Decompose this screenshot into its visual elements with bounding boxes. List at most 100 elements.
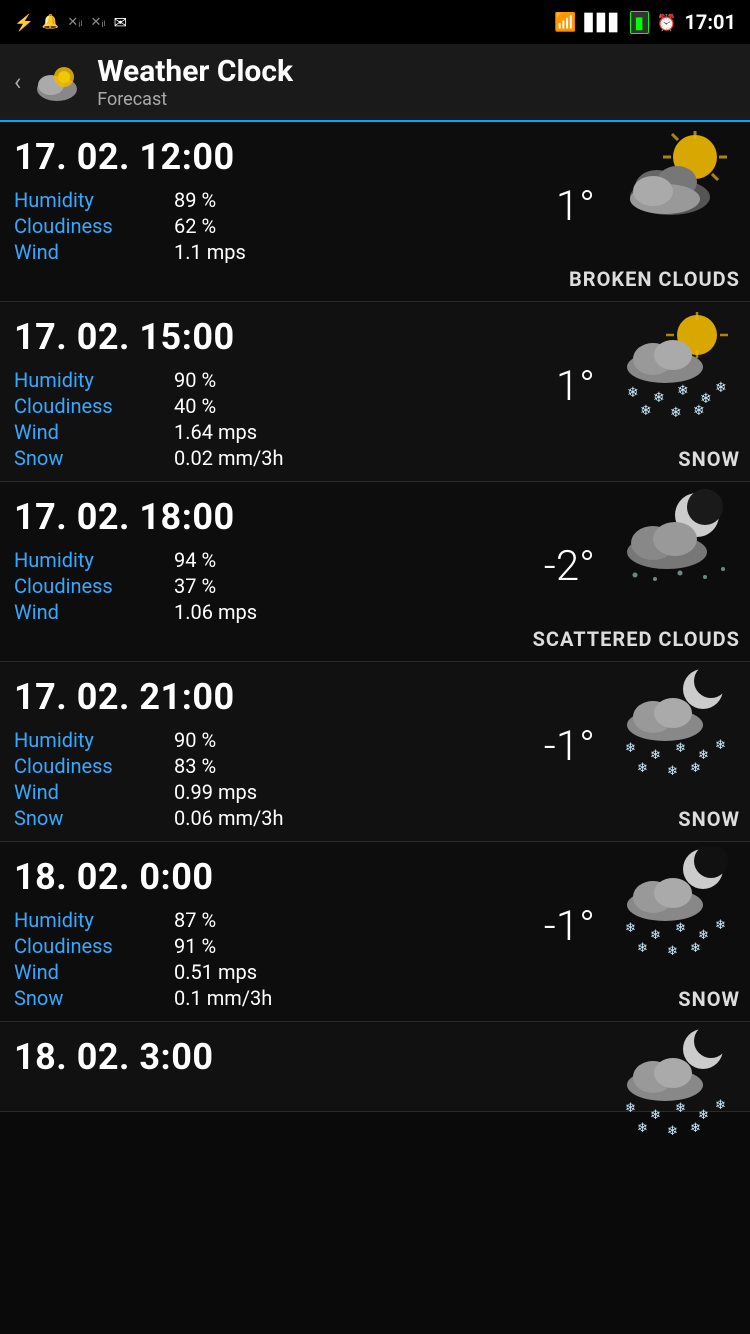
- forecast-card-f2: 17. 02. 15:00 Humidity 90 % Cloudiness 4…: [0, 302, 750, 482]
- usb-icon: ⚡: [14, 13, 34, 32]
- snow-label: Snow: [14, 986, 174, 1010]
- status-bar: ⚡ 🔔 ✕ᵢₗ ✕ᵢₗ ✉ 📶 ▋▋▋ ▮ ⏰ 17:01: [0, 0, 750, 44]
- wind-value: 0.51 mps: [174, 960, 257, 984]
- svg-text:❄: ❄: [650, 748, 661, 763]
- condition-label: SNOW: [678, 807, 740, 831]
- svg-text:❄: ❄: [690, 1121, 701, 1136]
- forecast-card-f5: 18. 02. 0:00 Humidity 87 % Cloudiness 91…: [0, 842, 750, 1022]
- app-logo-icon: [29, 55, 83, 109]
- humidity-label: Humidity: [14, 368, 174, 392]
- weather-icon: ❄ ❄ ❄ ❄ ❄ ❄ ❄ ❄: [615, 307, 745, 417]
- svg-text:❄: ❄: [653, 390, 665, 406]
- forecast-card-f6: 18. 02. 3:00 ❄ ❄ ❄ ❄ ❄ ❄ ❄ ❄: [0, 1022, 750, 1112]
- condition-label: SNOW: [678, 987, 740, 1011]
- snow-value: 0.02 mm/3h: [174, 446, 284, 470]
- humidity-value: 90 %: [174, 728, 216, 752]
- svg-text:❄: ❄: [625, 741, 636, 756]
- snow-label: Snow: [14, 446, 174, 470]
- svg-text:❄: ❄: [690, 941, 701, 956]
- svg-text:❄: ❄: [640, 403, 652, 417]
- battery-icon: ▮: [630, 11, 649, 34]
- wind-row: Wind 0.51 mps: [14, 960, 736, 984]
- weather-icon: [615, 487, 745, 597]
- snow-value: 0.06 mm/3h: [174, 806, 284, 830]
- temperature: 1°: [556, 362, 595, 411]
- gmail-icon: ✉: [114, 13, 127, 32]
- svg-text:❄: ❄: [675, 1101, 686, 1116]
- app-subtitle: Forecast: [97, 89, 293, 110]
- status-right-icons: 📶 ▋▋▋ ▮ ⏰ 17:01: [554, 10, 736, 34]
- cloudiness-label: Cloudiness: [14, 934, 174, 958]
- cloudiness-value: 83 %: [174, 754, 216, 778]
- humidity-label: Humidity: [14, 908, 174, 932]
- condition-label: BROKEN CLOUDS: [569, 267, 740, 291]
- wind-label: Wind: [14, 240, 174, 264]
- weather-icon: ❄ ❄ ❄ ❄ ❄ ❄ ❄ ❄: [615, 847, 745, 957]
- svg-text:❄: ❄: [650, 928, 661, 943]
- svg-text:❄: ❄: [677, 383, 689, 399]
- wind-row: Wind 1.1 mps: [14, 240, 736, 264]
- svg-text:❄: ❄: [670, 405, 682, 417]
- cloudiness-value: 91 %: [174, 934, 216, 958]
- back-button[interactable]: ‹: [14, 68, 21, 96]
- svg-text:❄: ❄: [637, 941, 648, 956]
- humidity-value: 89 %: [174, 188, 216, 212]
- humidity-value: 94 %: [174, 548, 216, 572]
- cloudiness-label: Cloudiness: [14, 394, 174, 418]
- svg-text:❄: ❄: [715, 380, 727, 396]
- svg-text:❄: ❄: [650, 1108, 661, 1123]
- wind-label: Wind: [14, 600, 174, 624]
- svg-text:❄: ❄: [667, 944, 678, 957]
- forecast-card-f1: 17. 02. 12:00 Humidity 89 % Cloudiness 6…: [0, 122, 750, 302]
- wind-label: Wind: [14, 780, 174, 804]
- wind-label: Wind: [14, 420, 174, 444]
- svg-text:❄: ❄: [625, 921, 636, 936]
- snow-row: Snow 0.06 mm/3h: [14, 806, 736, 830]
- svg-text:❄: ❄: [715, 1098, 726, 1113]
- forecast-card-f3: 17. 02. 18:00 Humidity 94 % Cloudiness 3…: [0, 482, 750, 662]
- signal-x-icon-1: ✕ᵢₗ: [67, 14, 82, 30]
- svg-text:❄: ❄: [693, 403, 705, 417]
- snow-value: 0.1 mm/3h: [174, 986, 272, 1010]
- weather-icon: ❄ ❄ ❄ ❄ ❄ ❄ ❄ ❄: [615, 1027, 745, 1137]
- status-left-icons: ⚡ 🔔 ✕ᵢₗ ✕ᵢₗ ✉: [14, 13, 127, 32]
- wifi-icon: 📶: [554, 12, 576, 33]
- header-titles: Weather Clock Forecast: [97, 54, 293, 110]
- svg-text:❄: ❄: [637, 1121, 648, 1136]
- cloudiness-value: 40 %: [174, 394, 216, 418]
- alarm-icon: ⏰: [657, 13, 677, 32]
- svg-text:❄: ❄: [715, 918, 726, 933]
- status-time: 17:01: [684, 10, 736, 34]
- wind-row: Wind 0.99 mps: [14, 780, 736, 804]
- notification-icon: 🔔: [42, 14, 59, 30]
- snow-row: Snow 0.02 mm/3h: [14, 446, 736, 470]
- cloudiness-value: 37 %: [174, 574, 216, 598]
- wind-value: 1.1 mps: [174, 240, 246, 264]
- cloudiness-label: Cloudiness: [14, 214, 174, 238]
- signal-icon: ▋▋▋: [585, 13, 622, 32]
- signal-x-icon-2: ✕ᵢₗ: [90, 14, 105, 30]
- snow-row: Snow 0.1 mm/3h: [14, 986, 736, 1010]
- wind-value: 1.06 mps: [174, 600, 257, 624]
- temperature: 1°: [556, 182, 595, 231]
- snow-label: Snow: [14, 806, 174, 830]
- svg-text:❄: ❄: [625, 1101, 636, 1116]
- humidity-label: Humidity: [14, 188, 174, 212]
- weather-icon: ❄ ❄ ❄ ❄ ❄ ❄ ❄ ❄: [615, 667, 745, 777]
- app-header: ‹ Weather Clock Forecast: [0, 44, 750, 122]
- wind-row: Wind 1.64 mps: [14, 420, 736, 444]
- wind-value: 1.64 mps: [174, 420, 257, 444]
- svg-text:❄: ❄: [627, 385, 639, 401]
- wind-label: Wind: [14, 960, 174, 984]
- condition-label: SNOW: [678, 447, 740, 471]
- humidity-value: 90 %: [174, 368, 216, 392]
- cloudiness-label: Cloudiness: [14, 574, 174, 598]
- svg-text:❄: ❄: [667, 764, 678, 777]
- humidity-label: Humidity: [14, 728, 174, 752]
- humidity-label: Humidity: [14, 548, 174, 572]
- weather-icon: [615, 127, 745, 237]
- humidity-value: 87 %: [174, 908, 216, 932]
- wind-row: Wind 1.06 mps: [14, 600, 736, 624]
- cloudiness-value: 62 %: [174, 214, 216, 238]
- cloudiness-label: Cloudiness: [14, 754, 174, 778]
